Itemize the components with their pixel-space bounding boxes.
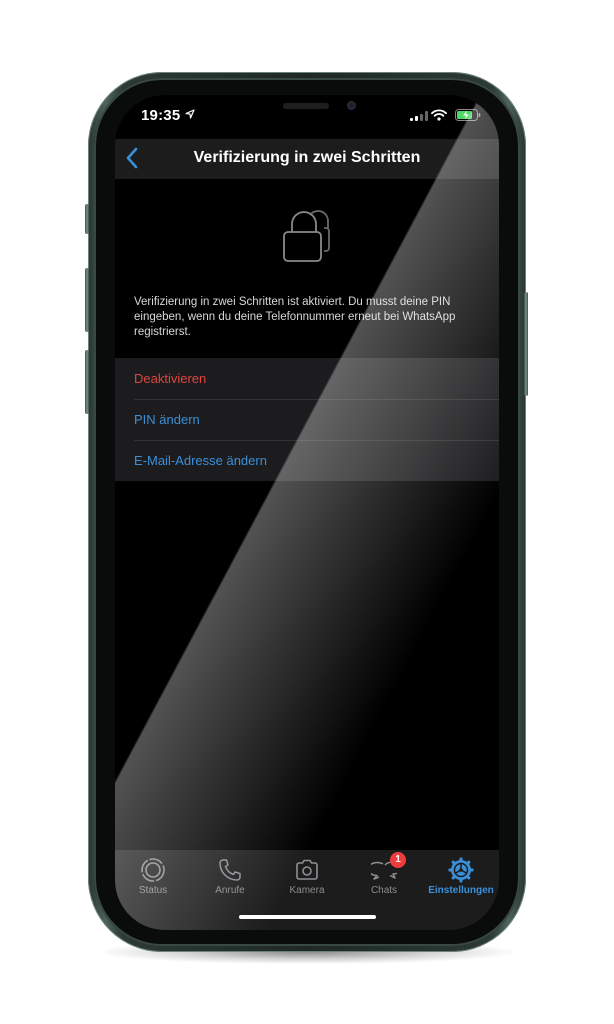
tab-camera[interactable]: Kamera — [269, 850, 345, 896]
tab-chats[interactable]: 1 Chats — [346, 850, 422, 896]
deactivate-button[interactable]: Deaktivieren — [115, 358, 499, 399]
cellular-signal-icon — [410, 111, 428, 121]
actions-menu: Deaktivieren PIN ändern E-Mail-Adresse ä… — [115, 358, 499, 481]
verification-description: Verifizierung in zwei Schritten ist akti… — [134, 296, 456, 338]
lock-icon — [283, 210, 330, 262]
tab-camera-label: Kamera — [289, 885, 325, 896]
unread-badge: 1 — [390, 852, 406, 868]
status-time: 19:35 — [141, 107, 181, 124]
tab-chats-label: Chats — [370, 885, 398, 896]
power-button — [524, 292, 528, 396]
tab-status-label: Status — [138, 885, 168, 896]
wifi-icon — [431, 109, 447, 121]
ring-silent-switch — [85, 204, 89, 234]
home-indicator[interactable] — [239, 915, 376, 919]
page-title: Verifizierung in zwei Schritten — [193, 149, 421, 166]
tab-calls-label: Anrufe — [215, 885, 245, 896]
earpiece-speaker — [283, 103, 329, 109]
location-arrow-icon — [185, 109, 195, 119]
tab-calls[interactable]: Anrufe — [192, 850, 268, 896]
notch — [203, 95, 411, 126]
volume-up-button — [85, 268, 89, 332]
settings-gear-icon — [448, 857, 474, 883]
tab-settings-label: Einstellungen — [428, 885, 494, 896]
navigation-bar: Verifizierung in zwei Schritten — [115, 139, 499, 179]
volume-down-button — [85, 350, 89, 414]
screen: 19:35 Verifizierung in zwei Schritten Ve… — [115, 95, 499, 930]
change-email-button[interactable]: E-Mail-Adresse ändern — [115, 440, 499, 481]
phone-icon — [219, 859, 241, 881]
camera-icon — [296, 859, 318, 880]
tab-settings[interactable]: Einstellungen — [423, 850, 499, 896]
battery-charging-icon — [455, 109, 481, 121]
front-camera — [347, 101, 356, 110]
status-icon — [141, 858, 165, 882]
change-pin-button[interactable]: PIN ändern — [115, 399, 499, 440]
tab-status[interactable]: Status — [115, 850, 191, 896]
